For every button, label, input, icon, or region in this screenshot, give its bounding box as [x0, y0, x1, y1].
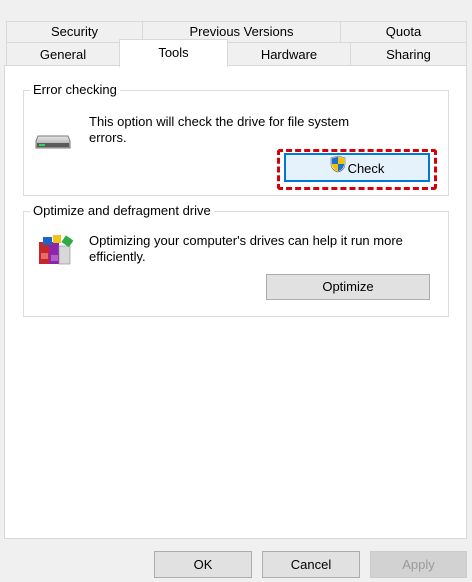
optimize-button[interactable]: Optimize	[266, 274, 430, 300]
tab-label: Quota	[385, 24, 422, 39]
ok-button[interactable]: OK	[154, 551, 252, 578]
optimize-group: Optimize and defragment drive Optimizing…	[23, 203, 449, 317]
tab-general[interactable]: General	[6, 42, 120, 66]
cancel-button-label: Cancel	[290, 557, 332, 572]
check-button-label: Check	[347, 161, 385, 177]
tab-label: Previous Versions	[189, 24, 294, 39]
group-title: Optimize and defragment drive	[30, 203, 214, 219]
tab-label: General	[39, 47, 87, 62]
error-checking-group: Error checking This option will check th…	[23, 82, 449, 196]
defrag-icon	[35, 233, 75, 269]
tab-sharing[interactable]: Sharing	[350, 42, 467, 66]
apply-button-label: Apply	[402, 557, 435, 572]
error-checking-description: This option will check the drive for fil…	[89, 114, 350, 145]
tab-label: Security	[51, 24, 98, 39]
tab-label: Tools	[158, 45, 189, 60]
drive-icon	[35, 135, 71, 149]
tab-hardware[interactable]: Hardware	[227, 42, 351, 66]
apply-button[interactable]: Apply	[370, 551, 467, 578]
tab-label: Hardware	[260, 47, 318, 62]
group-title: Error checking	[30, 82, 120, 98]
ok-button-label: OK	[193, 557, 213, 572]
tab-tools[interactable]: Tools	[119, 39, 228, 67]
optimize-button-label: Optimize	[322, 279, 374, 294]
cancel-button[interactable]: Cancel	[262, 551, 360, 578]
tools-tab-panel: Error checking This option will check th…	[4, 65, 467, 539]
optimize-description: Optimizing your computer's drives can he…	[89, 233, 403, 264]
uac-shield-icon	[330, 155, 346, 181]
check-button[interactable]: Check	[284, 153, 430, 182]
tab-label: Sharing	[386, 47, 431, 62]
tab-quota[interactable]: Quota	[340, 21, 467, 42]
